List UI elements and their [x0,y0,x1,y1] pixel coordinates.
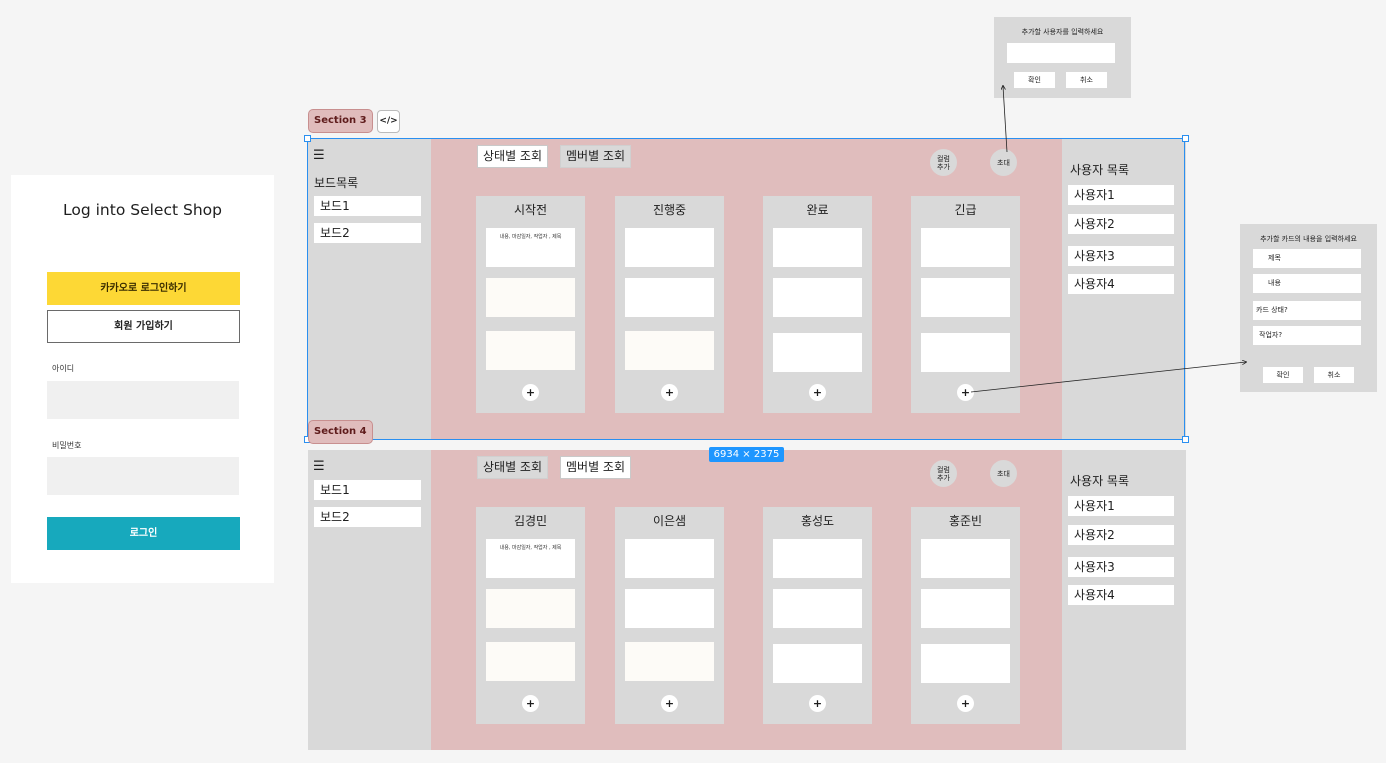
connector-arrows [970,0,1386,393]
